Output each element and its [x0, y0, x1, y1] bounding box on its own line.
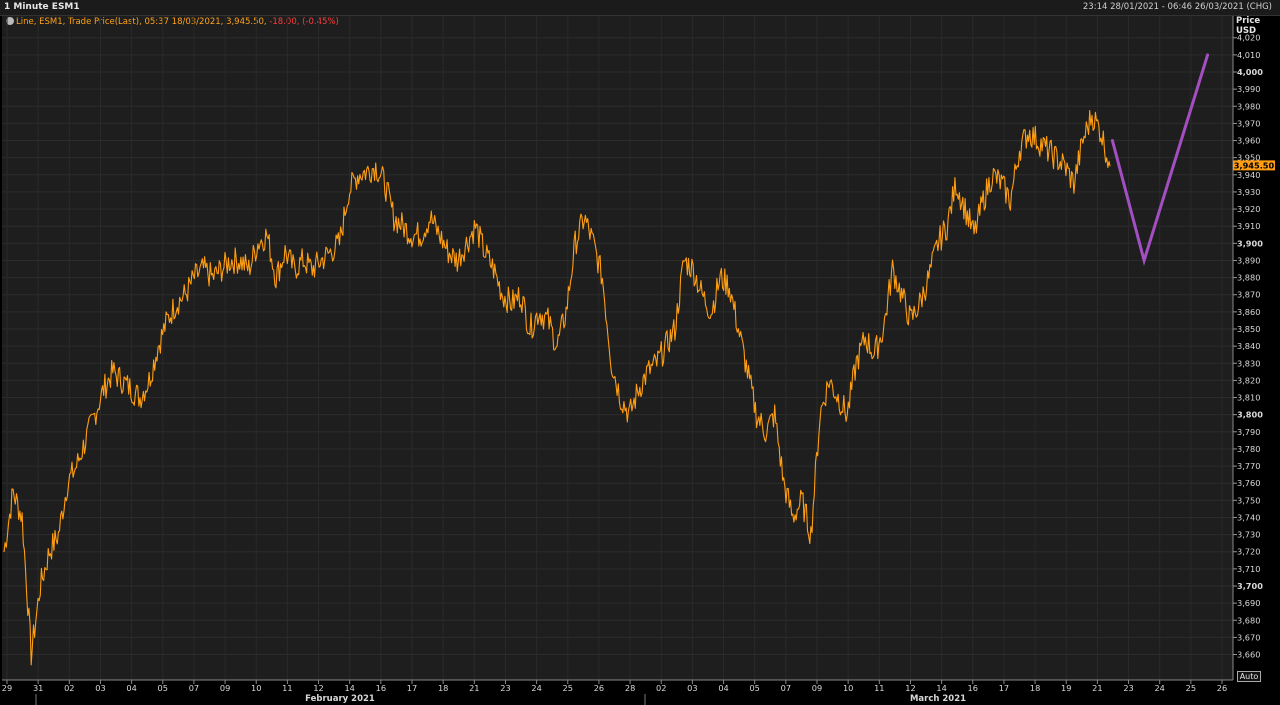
x-tick-label: 10	[843, 683, 853, 693]
x-tick-label: 11	[874, 683, 884, 693]
x-tick-label: 10	[251, 683, 261, 693]
x-tick-label: 09	[812, 683, 822, 693]
x-tick-label: 03	[687, 683, 697, 693]
y-tick-label: 3,920	[1237, 204, 1260, 214]
y-tick-label: 3,720	[1237, 547, 1260, 557]
y-tick-label: 3,750	[1237, 495, 1260, 505]
x-tick-label: 02	[656, 683, 666, 693]
y-tick-label: 3,910	[1237, 221, 1260, 231]
y-tick-label: 3,860	[1237, 307, 1260, 317]
x-tick-label: 28	[625, 683, 635, 693]
chart-window: 1 Minute ESM1 23:14 28/01/2021 - 06:46 2…	[0, 0, 1280, 705]
y-tick-label: 4,000	[1237, 67, 1263, 77]
y-tick-label: 3,790	[1237, 427, 1260, 437]
x-tick-label: 03	[95, 683, 105, 693]
x-tick-label: 05	[749, 683, 759, 693]
y-tick-label: 3,930	[1237, 187, 1260, 197]
x-tick-label: 11	[282, 683, 292, 693]
y-tick-label: 3,740	[1237, 512, 1260, 522]
x-tick-label: 24	[531, 683, 541, 693]
x-tick-label: 05	[158, 683, 168, 693]
x-tick-label: 09	[220, 683, 230, 693]
y-tick-label: 3,830	[1237, 358, 1260, 368]
x-tick-label: 26	[594, 683, 604, 693]
y-tick-label: 3,730	[1237, 530, 1260, 540]
x-tick-label: 18	[1030, 683, 1040, 693]
x-tick-label: 07	[781, 683, 791, 693]
x-tick-label: 07	[189, 683, 199, 693]
y-tick-label: 3,900	[1237, 238, 1263, 248]
x-tick-label: 16	[968, 683, 978, 693]
x-tick-label: 16	[376, 683, 386, 693]
chart-svg: 3,660 3,670 3,680 3,690 3,700 3,710 3,720 3,730…	[2, 16, 1275, 705]
x-tick-label: 23	[500, 683, 510, 693]
x-tick-label: 23	[1123, 683, 1133, 693]
y-tick-label: 3,840	[1237, 341, 1260, 351]
y-tick-label: 3,990	[1237, 84, 1260, 94]
y-tick-label: 3,890	[1237, 255, 1260, 265]
y-tick-label: 3,850	[1237, 324, 1260, 334]
y-tick-label: 3,820	[1237, 375, 1260, 385]
y-tick-label: 3,680	[1237, 615, 1260, 625]
y-tick-label: 3,670	[1237, 632, 1260, 642]
y-tick-label: 4,020	[1237, 33, 1260, 43]
last-price-text: 3,945.50	[1234, 160, 1275, 170]
x-tick-label: 25	[1186, 683, 1196, 693]
y-tick-label: 3,710	[1237, 564, 1260, 574]
x-tick-label: 25	[563, 683, 573, 693]
y-tick-label: 3,780	[1237, 444, 1260, 454]
x-tick-label: 14	[344, 683, 354, 693]
y-tick-label: 3,800	[1237, 410, 1263, 420]
month-label: March 2021	[910, 694, 966, 704]
y-tick-label: 4,010	[1237, 50, 1260, 60]
y-tick-label: 3,700	[1237, 581, 1263, 591]
x-tick-label: 31	[33, 683, 43, 693]
y-tick-label: 3,810	[1237, 393, 1260, 403]
x-tick-label: 04	[718, 683, 728, 693]
y-tick-label: 3,870	[1237, 290, 1260, 300]
x-tick-label: 21	[469, 683, 479, 693]
x-tick-label: 17	[999, 683, 1009, 693]
y-tick-label: 3,660	[1237, 650, 1260, 660]
x-tick-label: 26	[1217, 683, 1227, 693]
price-series-line	[3, 109, 1111, 666]
x-tick-label: 12	[905, 683, 915, 693]
x-tick-label: 19	[1061, 683, 1071, 693]
x-tick-label: 21	[1092, 683, 1102, 693]
x-tick-label: 14	[936, 683, 946, 693]
x-tick-label: 04	[126, 683, 136, 693]
y-tick-label: 3,760	[1237, 478, 1260, 488]
y-tick-label: 3,980	[1237, 101, 1260, 111]
y-tick-label: 3,880	[1237, 273, 1260, 283]
auto-scale-button[interactable]: Auto	[1237, 671, 1261, 682]
x-tick-label: 24	[1154, 683, 1164, 693]
x-tick-label: 17	[407, 683, 417, 693]
y-tick-label: 3,940	[1237, 170, 1260, 180]
y-tick-label: 3,690	[1237, 598, 1260, 608]
y-tick-label: 3,970	[1237, 118, 1260, 128]
x-tick-label: 18	[438, 683, 448, 693]
x-tick-label: 12	[313, 683, 323, 693]
x-tick-label: 29	[2, 683, 12, 693]
y-tick-label: 3,960	[1237, 136, 1260, 146]
y-tick-label: 3,770	[1237, 461, 1260, 471]
month-label: February 2021	[305, 694, 375, 704]
x-tick-label: 02	[64, 683, 74, 693]
